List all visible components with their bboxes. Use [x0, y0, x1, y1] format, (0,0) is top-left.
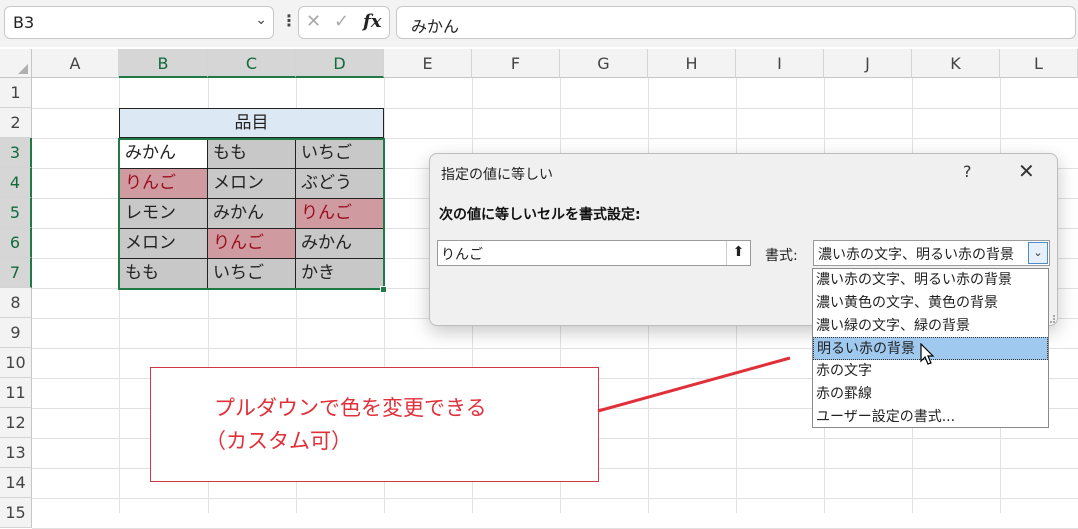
mouse-cursor-icon — [920, 343, 935, 365]
dialog-title: 指定の値に等しい — [441, 167, 553, 183]
format-option[interactable]: 濃い緑の文字、緑の背景 — [813, 315, 1048, 338]
format-option[interactable]: 濃い黄色の文字、黄色の背景 — [813, 292, 1048, 315]
format-option[interactable]: 赤の罫線 — [813, 383, 1048, 406]
format-option[interactable]: ユーザー設定の書式... — [813, 406, 1048, 429]
close-icon[interactable]: ✕ — [1018, 159, 1035, 183]
value-input[interactable]: りんご — [437, 240, 751, 266]
help-icon[interactable]: ? — [963, 162, 972, 181]
collapse-dialog-icon[interactable]: ⬆ — [726, 241, 750, 265]
format-option[interactable]: 濃い赤の文字、明るい赤の背景 — [813, 269, 1048, 292]
format-select[interactable]: 濃い赤の文字、明るい赤の背景 ⌄ — [813, 240, 1050, 266]
value-input-text: りんご — [441, 247, 483, 263]
chevron-down-icon[interactable]: ⌄ — [1028, 242, 1048, 264]
format-select-value: 濃い赤の文字、明るい赤の背景 — [818, 247, 1014, 263]
dialog-prompt: 次の値に等しいセルを書式設定: — [439, 207, 641, 223]
format-label: 書式: — [765, 248, 798, 264]
